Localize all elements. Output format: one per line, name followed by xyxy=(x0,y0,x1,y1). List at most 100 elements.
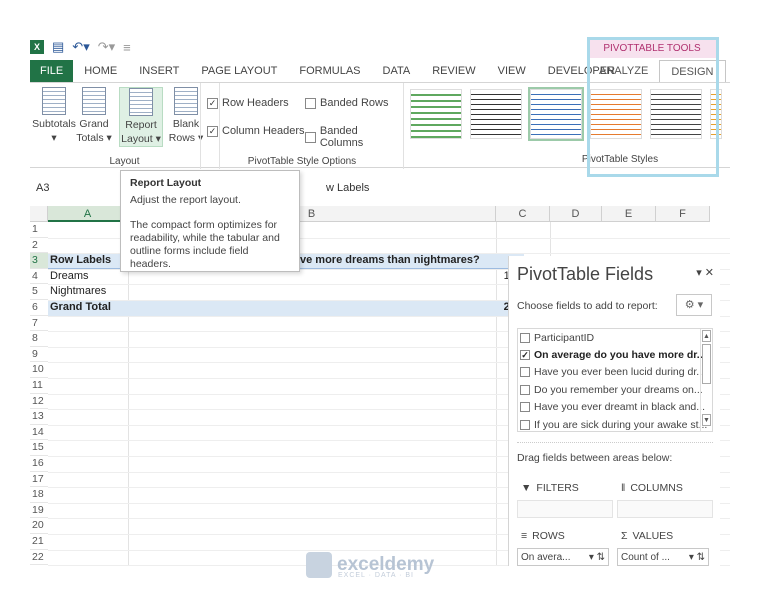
field-item[interactable]: Do you remember your dreams on... xyxy=(518,381,712,398)
row-headers-checkbox[interactable]: ✓ Row Headers xyxy=(207,97,289,109)
column-header-e[interactable]: E xyxy=(602,206,656,222)
customize-qat-icon[interactable]: ≡ xyxy=(123,40,131,55)
report-layout-button[interactable]: Report Layout ▾ xyxy=(119,87,163,147)
banded-columns-checkbox[interactable]: Banded Columns xyxy=(305,125,403,149)
undo-icon[interactable]: ↶▾ xyxy=(72,39,89,55)
checkbox-icon[interactable] xyxy=(520,419,530,430)
field-list: ParticipantID ✓ On average do you have mor… xyxy=(517,328,713,432)
row-header[interactable]: 2 xyxy=(30,238,48,254)
field-item[interactable]: ParticipantID xyxy=(518,329,712,346)
columns-label: COLUMNS xyxy=(630,482,683,494)
row-header[interactable]: 10 xyxy=(30,362,48,378)
field-list-scrollbar[interactable]: ▲ ▼ xyxy=(700,329,712,431)
row-header[interactable]: 12 xyxy=(30,394,48,410)
row-header[interactable]: 18 xyxy=(30,487,48,503)
pivot-row-label[interactable]: Nightmares xyxy=(48,284,138,300)
sigma-icon: Σ xyxy=(621,530,628,542)
field-item[interactable]: If you are sick during your awake st... xyxy=(518,416,712,433)
tooltip-title: Report Layout xyxy=(130,177,202,189)
context-tabs: ANALYZE DESIGN xyxy=(588,60,726,82)
field-item[interactable]: Have you ever been lucid during dr... xyxy=(518,364,712,381)
column-header-f[interactable]: F xyxy=(656,206,710,222)
row-header[interactable]: 20 xyxy=(30,518,48,534)
row-header[interactable]: 22 xyxy=(30,550,48,566)
style-swatch[interactable] xyxy=(528,87,584,141)
tab-data[interactable]: DATA xyxy=(372,60,422,82)
checkbox-icon[interactable] xyxy=(520,367,530,378)
values-field-dropdown[interactable]: Count of ... ▾ ⇅ xyxy=(617,548,709,566)
style-swatch[interactable] xyxy=(410,89,462,139)
tab-formulas[interactable]: FORMULAS xyxy=(288,60,371,82)
columns-drop-area[interactable] xyxy=(617,500,713,518)
row-header[interactable]: 14 xyxy=(30,425,48,441)
watermark-tagline: EXCEL · DATA · BI xyxy=(338,572,414,579)
banded-rows-checkbox[interactable]: Banded Rows xyxy=(305,97,389,109)
save-icon[interactable]: ▤ xyxy=(52,39,64,55)
pane-subtitle: Choose fields to add to report: xyxy=(517,300,658,312)
redo-icon[interactable]: ↷▾ xyxy=(98,39,115,55)
tab-page-layout[interactable]: PAGE LAYOUT xyxy=(190,60,288,82)
grand-totals-button[interactable]: Grand Totals ▾ xyxy=(72,87,116,145)
row-header[interactable]: 8 xyxy=(30,331,48,347)
name-box[interactable]: A3 xyxy=(30,182,120,194)
rows-area-label: ≡ ROWS xyxy=(521,530,565,542)
rows-label: ROWS xyxy=(532,530,565,542)
row-header[interactable]: 17 xyxy=(30,472,48,488)
row-header[interactable]: 4 xyxy=(30,269,48,285)
pane-options-dropdown-icon[interactable]: ▾ xyxy=(696,267,702,279)
filters-drop-area[interactable] xyxy=(517,500,613,518)
row-header[interactable]: 13 xyxy=(30,409,48,425)
chevron-down-icon: ▾ ⇅ xyxy=(588,551,605,563)
style-swatch[interactable] xyxy=(470,89,522,139)
row-header[interactable]: 21 xyxy=(30,534,48,550)
checkbox-icon[interactable] xyxy=(520,384,530,395)
row-headers-label: Row Headers xyxy=(222,97,289,109)
row-header[interactable]: 16 xyxy=(30,456,48,472)
tab-review[interactable]: REVIEW xyxy=(421,60,486,82)
report-layout-icon xyxy=(129,88,153,116)
style-swatch[interactable] xyxy=(650,89,702,139)
column-header-c[interactable]: C xyxy=(496,206,550,222)
values-area-label: Σ VALUES xyxy=(621,530,673,542)
tab-analyze[interactable]: ANALYZE xyxy=(588,60,659,82)
row-header[interactable]: 9 xyxy=(30,347,48,363)
subtotals-button[interactable]: Subtotals ▾ xyxy=(32,87,76,145)
tab-view[interactable]: VIEW xyxy=(487,60,537,82)
row-header[interactable]: 7 xyxy=(30,316,48,332)
scroll-thumb[interactable] xyxy=(702,344,711,384)
column-header-a[interactable]: A xyxy=(48,206,128,222)
column-headers-checkbox[interactable]: ✓ Column Headers xyxy=(207,125,305,137)
checkbox-icon[interactable] xyxy=(520,332,530,343)
style-swatch[interactable] xyxy=(590,89,642,139)
layout-group: Subtotals ▾ Grand Totals ▾ Report Layout… xyxy=(30,83,220,169)
row-header[interactable]: 3 xyxy=(30,253,48,269)
style-swatch[interactable] xyxy=(710,89,722,139)
row-header[interactable]: 6 xyxy=(30,300,48,316)
row-header[interactable]: 5 xyxy=(30,284,48,300)
grand-total-label[interactable]: Grand Total xyxy=(48,300,138,316)
field-item[interactable]: Have you ever dreamt in black and... xyxy=(518,399,712,416)
tab-insert[interactable]: INSERT xyxy=(128,60,190,82)
pivot-value-header[interactable]: ve more dreams than nightmares? xyxy=(298,253,524,269)
tab-home[interactable]: HOME xyxy=(73,60,128,82)
row-header[interactable]: 1 xyxy=(30,222,48,238)
rows-field-dropdown[interactable]: On avera... ▾ ⇅ xyxy=(517,548,609,566)
checkbox-icon[interactable] xyxy=(520,402,530,413)
row-header[interactable]: 19 xyxy=(30,503,48,519)
scroll-down-icon[interactable]: ▼ xyxy=(702,414,711,426)
tab-design[interactable]: DESIGN xyxy=(659,60,726,82)
select-all-corner[interactable] xyxy=(30,206,48,222)
tooltip-detail: The compact form optimizes for readabili… xyxy=(130,219,280,270)
column-header-d[interactable]: D xyxy=(550,206,602,222)
checkbox-checked-icon[interactable]: ✓ xyxy=(520,350,530,361)
field-item[interactable]: ✓ On average do you have more dr... xyxy=(518,346,712,363)
close-icon[interactable]: ✕ xyxy=(705,267,714,279)
gear-icon[interactable]: ⚙ ▾ xyxy=(676,294,712,316)
filter-icon: ▼ xyxy=(521,482,532,494)
row-header[interactable]: 15 xyxy=(30,440,48,456)
tab-file[interactable]: FILE xyxy=(30,60,74,82)
row-header[interactable]: 11 xyxy=(30,378,48,394)
scroll-up-icon[interactable]: ▲ xyxy=(702,330,711,342)
banded-rows-box xyxy=(305,97,316,109)
formula-content[interactable]: w Labels xyxy=(326,182,369,194)
